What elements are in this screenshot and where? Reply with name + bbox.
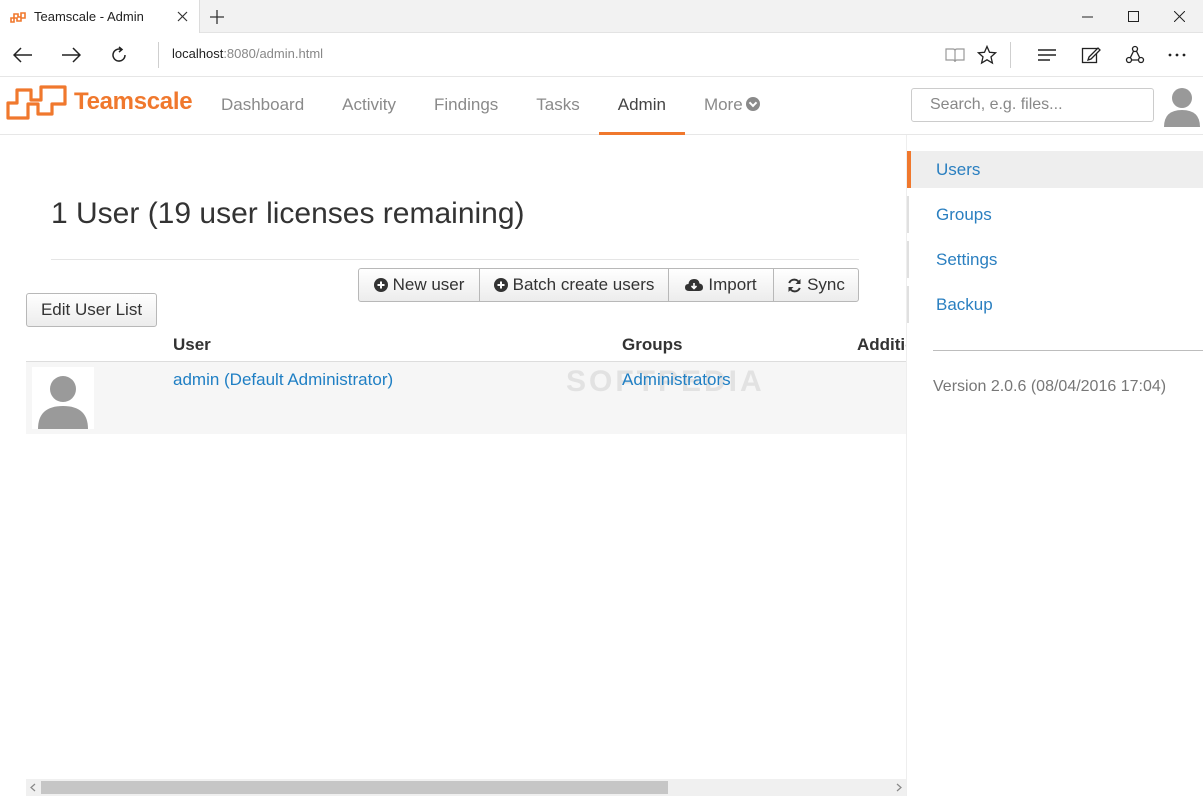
browser-tab[interactable]: Teamscale - Admin bbox=[0, 0, 200, 33]
heading-divider bbox=[51, 259, 859, 260]
nav-activity[interactable]: Activity bbox=[323, 77, 415, 133]
item-indicator bbox=[907, 196, 909, 233]
main-content: 1 User (19 user licenses remaining) New … bbox=[0, 135, 906, 796]
nav-admin[interactable]: Admin bbox=[598, 77, 686, 135]
more-options-icon[interactable] bbox=[1160, 38, 1194, 72]
nav-findings[interactable]: Findings bbox=[415, 77, 517, 133]
new-user-label: New user bbox=[392, 275, 465, 294]
column-header-groups: Groups bbox=[622, 335, 683, 354]
teamscale-logo[interactable]: Teamscale bbox=[6, 83, 193, 121]
sidebar-item-backup[interactable]: Backup bbox=[907, 286, 1203, 323]
admin-sidebar: Users Groups Settings Backup Version 2.0… bbox=[906, 135, 1203, 796]
minimize-icon[interactable] bbox=[1064, 0, 1110, 33]
import-label: Import bbox=[708, 275, 757, 294]
new-user-button[interactable]: New user bbox=[358, 268, 480, 302]
close-tab-icon[interactable] bbox=[173, 8, 191, 26]
nav-dashboard[interactable]: Dashboard bbox=[202, 77, 323, 133]
sidebar-divider bbox=[933, 350, 1203, 351]
teamscale-logo-icon bbox=[6, 85, 67, 120]
main-nav: Dashboard Activity Findings Tasks Admin … bbox=[202, 77, 779, 135]
edit-user-list-button[interactable]: Edit User List bbox=[26, 293, 157, 327]
refresh-icon[interactable] bbox=[102, 38, 136, 72]
favorite-star-icon[interactable] bbox=[970, 38, 1004, 72]
chevron-down-icon bbox=[745, 97, 760, 111]
sidebar-item-label: Groups bbox=[936, 205, 992, 224]
plus-circle-icon bbox=[493, 278, 508, 292]
default-avatar-icon bbox=[38, 376, 88, 429]
url-host: localhost bbox=[172, 46, 224, 61]
reading-view-icon[interactable] bbox=[938, 38, 972, 72]
nav-more[interactable]: More bbox=[685, 77, 779, 133]
hub-icon[interactable] bbox=[1030, 38, 1064, 72]
table-row: SOFTPEDIA admin (Default Administrator) … bbox=[26, 362, 906, 434]
browser-tab-bar: Teamscale - Admin bbox=[0, 0, 1203, 33]
browser-tab-title: Teamscale - Admin bbox=[34, 9, 144, 24]
new-tab-icon[interactable] bbox=[206, 6, 228, 28]
version-info: Version 2.0.6 (08/04/2016 17:04) bbox=[933, 378, 1167, 395]
url-path: :8080/admin.html bbox=[223, 46, 324, 61]
teamscale-favicon-icon bbox=[10, 11, 26, 23]
sidebar-item-label: Users bbox=[936, 160, 981, 179]
active-indicator bbox=[907, 151, 911, 188]
nav-tasks[interactable]: Tasks bbox=[517, 77, 598, 133]
user-avatar bbox=[32, 367, 94, 429]
batch-create-users-button[interactable]: Batch create users bbox=[479, 268, 669, 302]
column-header-additional: Additio bbox=[857, 335, 906, 354]
group-link[interactable]: Administrators bbox=[622, 370, 731, 390]
user-avatar-icon[interactable] bbox=[1163, 85, 1201, 127]
sidebar-item-label: Backup bbox=[936, 295, 993, 314]
back-arrow-icon[interactable] bbox=[6, 38, 40, 72]
toolbar-separator bbox=[1010, 42, 1011, 68]
page-title: 1 User (19 user licenses remaining) bbox=[51, 197, 525, 230]
nav-more-label: More bbox=[703, 95, 743, 114]
column-header-user: User bbox=[173, 335, 211, 354]
url-separator bbox=[158, 42, 159, 68]
sync-button[interactable]: Sync bbox=[773, 268, 859, 302]
sidebar-item-users[interactable]: Users bbox=[907, 151, 1203, 188]
sidebar-item-settings[interactable]: Settings bbox=[907, 241, 1203, 278]
refresh-icon bbox=[787, 278, 802, 293]
close-window-icon[interactable] bbox=[1156, 0, 1202, 33]
cloud-download-icon bbox=[685, 278, 704, 292]
maximize-icon[interactable] bbox=[1110, 0, 1156, 33]
sync-label: Sync bbox=[807, 275, 845, 294]
app-header: Teamscale Dashboard Activity Findings Ta… bbox=[0, 77, 1203, 135]
sidebar-item-groups[interactable]: Groups bbox=[907, 196, 1203, 233]
horizontal-scrollbar[interactable] bbox=[26, 779, 906, 796]
forward-arrow-icon[interactable] bbox=[54, 38, 88, 72]
search-input[interactable] bbox=[911, 88, 1154, 122]
sidebar-item-label: Settings bbox=[936, 250, 998, 269]
browser-address-bar: localhost:8080/admin.html bbox=[0, 33, 1203, 77]
batch-create-label: Batch create users bbox=[512, 275, 655, 294]
user-link[interactable]: admin (Default Administrator) bbox=[173, 370, 393, 390]
scroll-left-icon[interactable] bbox=[29, 783, 38, 792]
import-button[interactable]: Import bbox=[668, 268, 774, 302]
share-icon[interactable] bbox=[1118, 38, 1152, 72]
item-indicator bbox=[907, 241, 909, 278]
web-note-icon[interactable] bbox=[1074, 38, 1108, 72]
brand-name: Teamscale bbox=[74, 88, 193, 115]
scrollbar-thumb[interactable] bbox=[41, 781, 668, 794]
item-indicator bbox=[907, 286, 909, 323]
url-field[interactable]: localhost:8080/admin.html bbox=[172, 46, 323, 61]
plus-circle-icon bbox=[373, 278, 388, 292]
scroll-right-icon[interactable] bbox=[894, 783, 903, 792]
